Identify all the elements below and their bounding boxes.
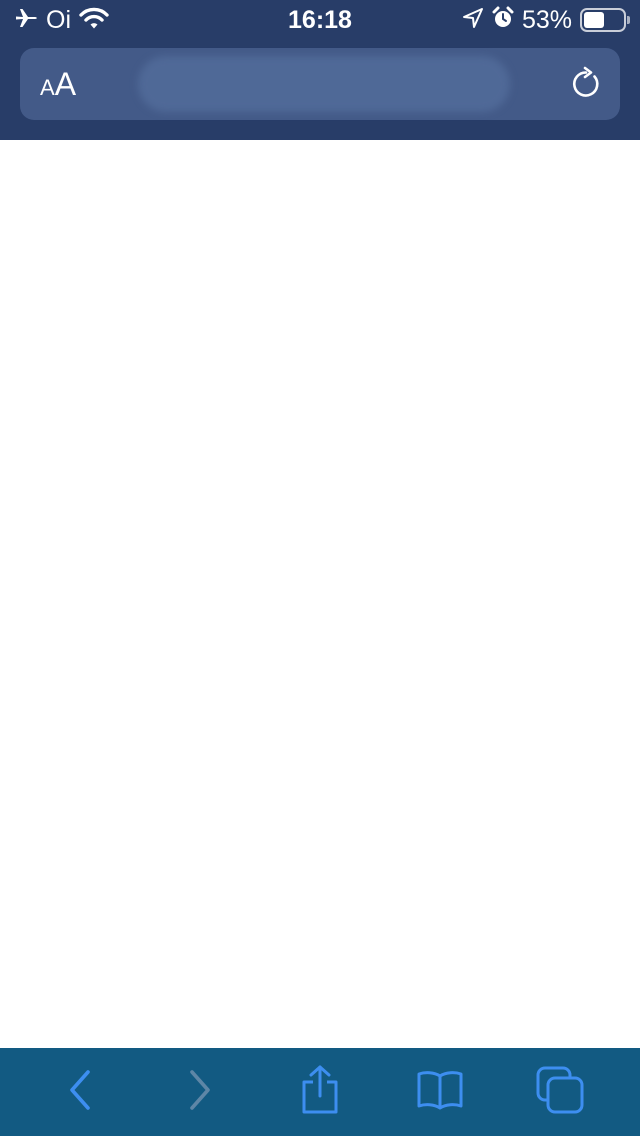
share-icon bbox=[298, 1064, 342, 1121]
battery-icon bbox=[580, 8, 630, 32]
alarm-icon bbox=[492, 6, 514, 35]
web-content[interactable] bbox=[0, 140, 640, 1048]
url-field[interactable] bbox=[138, 56, 510, 112]
reload-icon[interactable] bbox=[568, 66, 604, 102]
text-size-small-label: A bbox=[40, 75, 55, 100]
back-button[interactable] bbox=[48, 1060, 112, 1124]
forward-icon bbox=[180, 1066, 220, 1119]
bookmarks-icon bbox=[415, 1068, 465, 1117]
tabs-button[interactable] bbox=[528, 1060, 592, 1124]
share-button[interactable] bbox=[288, 1060, 352, 1124]
battery-percent: 53% bbox=[521, 6, 572, 34]
browser-top-bar: Oi 16:18 53% A A bbox=[0, 0, 640, 140]
forward-button[interactable] bbox=[168, 1060, 232, 1124]
location-arrow-icon bbox=[462, 7, 484, 34]
battery-fill bbox=[584, 12, 604, 28]
text-size-large-label: A bbox=[54, 66, 77, 102]
status-right: 53% bbox=[462, 6, 630, 34]
text-size-button[interactable]: A A bbox=[40, 66, 76, 102]
status-bar: Oi 16:18 53% bbox=[0, 0, 640, 40]
tabs-icon bbox=[535, 1065, 585, 1120]
bookmarks-button[interactable] bbox=[408, 1060, 472, 1124]
back-icon bbox=[60, 1066, 100, 1119]
bottom-toolbar bbox=[0, 1048, 640, 1136]
address-bar[interactable]: A A bbox=[20, 48, 620, 120]
